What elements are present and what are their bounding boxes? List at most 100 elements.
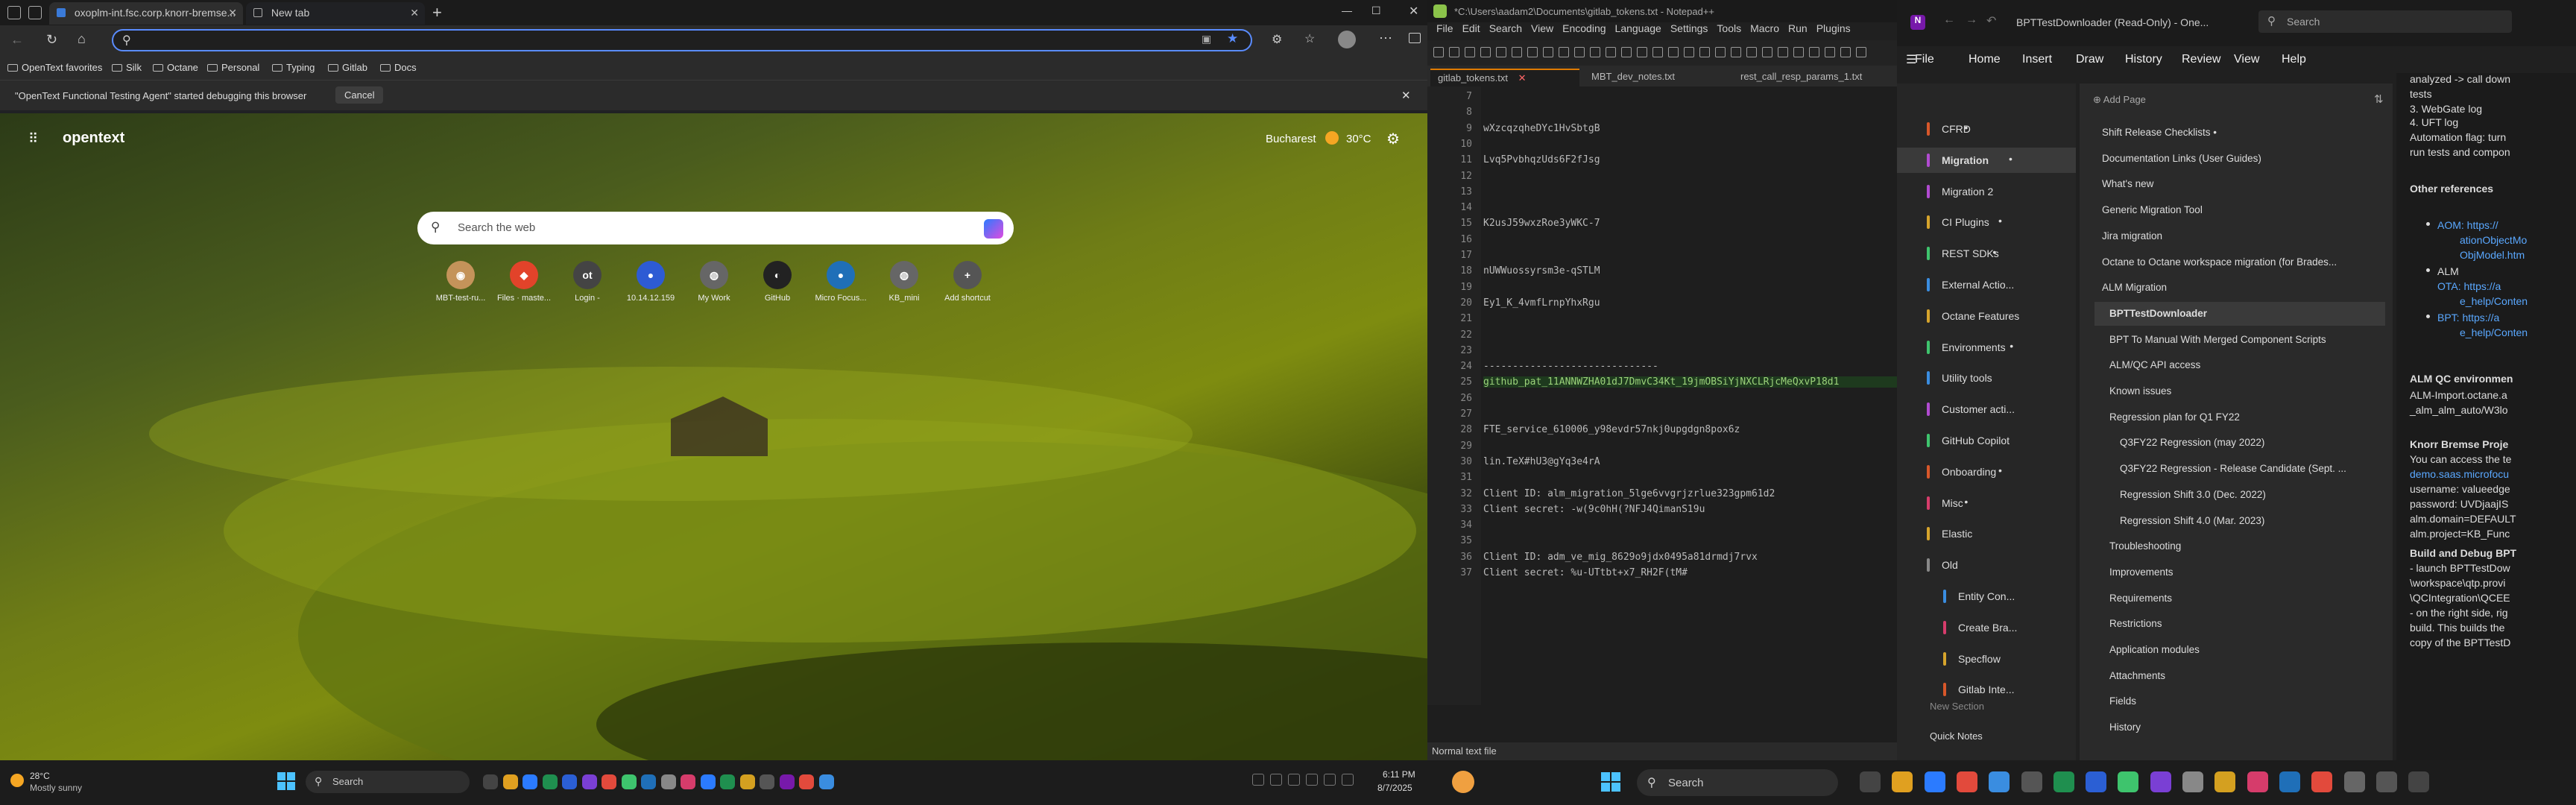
toolbar-button-icon[interactable] [1512, 47, 1522, 57]
section-item[interactable]: CI Plugins • [1897, 209, 2076, 235]
section-item[interactable]: Octane Features [1897, 303, 2076, 329]
tray-icon[interactable] [1342, 774, 1354, 786]
page-item[interactable]: Requirements [2109, 587, 2385, 610]
tab-oxoplm[interactable]: oxoplm-int.fsc.corp.knorr-bremse... ✕ [49, 2, 243, 25]
tab-new-tab[interactable]: New tab ✕ [246, 2, 425, 25]
tab-actions-icon[interactable] [28, 6, 42, 19]
shortcut-tile[interactable]: + Add shortcut [938, 261, 997, 303]
page-item[interactable]: ALM Migration [2102, 276, 2385, 300]
section-item[interactable]: Onboarding • [1897, 459, 2076, 484]
notification-badge-icon[interactable] [1452, 771, 1474, 793]
page-item[interactable]: Fields [2109, 689, 2385, 713]
toolbar-button-icon[interactable] [1746, 47, 1757, 57]
page-item[interactable]: Jira migration [2102, 224, 2385, 248]
page-item[interactable]: What's new [2102, 172, 2385, 196]
taskbar-app-icon[interactable] [660, 774, 676, 789]
menu-item[interactable]: Edit [1462, 22, 1480, 34]
favorite-silk[interactable]: Silk [112, 62, 142, 73]
quick-notes-link[interactable]: Quick Notes [1930, 730, 1983, 742]
refresh-icon[interactable]: ↻ [46, 32, 57, 48]
menu-item[interactable]: View [1531, 22, 1553, 34]
address-input[interactable] [140, 33, 1184, 48]
section-item[interactable]: GitHub Copilot [1897, 428, 2076, 453]
new-tab-button[interactable]: + [432, 3, 442, 22]
tray-icon[interactable] [1270, 774, 1282, 786]
toolbar-button-icon[interactable] [1809, 47, 1819, 57]
page-item[interactable]: Regression plan for Q1 FY22 [2109, 405, 2385, 429]
shortcut-tile[interactable]: ◉ MBT-test-ru... [431, 261, 490, 303]
section-item[interactable]: External Actio... [1897, 272, 2076, 297]
toolbar-button-icon[interactable] [1496, 47, 1506, 57]
page-item[interactable]: Generic Migration Tool [2102, 198, 2385, 222]
section-item[interactable]: Specflow [1897, 646, 2076, 672]
toolbar-button-icon[interactable] [1856, 47, 1866, 57]
weather-location[interactable]: Bucharest [1266, 133, 1316, 145]
add-page-button[interactable]: ⊕ Add Page [2093, 94, 2146, 106]
cancel-button[interactable]: Cancel [335, 86, 384, 104]
section-item[interactable]: Elastic [1897, 521, 2076, 546]
favorite-personal[interactable]: Personal [207, 62, 259, 73]
taskbar-app-icon[interactable] [2375, 771, 2397, 792]
ribbon-tab[interactable]: Review [2182, 53, 2220, 66]
taskbar-app-icon[interactable] [720, 774, 735, 789]
section-item[interactable]: Migration • [1897, 147, 2076, 173]
section-item[interactable]: Customer acti... [1897, 397, 2076, 422]
maximize-icon[interactable]: ☐ [1371, 4, 1381, 17]
section-item[interactable]: Utility tools [1897, 365, 2076, 391]
taskbar-app-icon[interactable] [483, 774, 498, 789]
section-item[interactable]: Migration 2 [1897, 179, 2076, 204]
toolbar-button-icon[interactable] [1559, 47, 1569, 57]
favorites-icon[interactable]: ☆ [1304, 31, 1315, 46]
page-item[interactable]: Documentation Links (User Guides) [2102, 147, 2385, 171]
text-editor[interactable]: 7 8 9 wXzcqzqheDYc1HvSbtgB 10 11 Lvq5PvbhqzUds… [1427, 86, 1897, 705]
taskbar-app-icon[interactable] [602, 774, 616, 789]
page-content[interactable]: analyzed -> call down tests 3. WebGate log… [2396, 73, 2576, 760]
page-item[interactable]: Regression Shift 3.0 (Dec. 2022) [2120, 483, 2385, 507]
taskbar-app-icon[interactable] [523, 774, 537, 789]
page-item[interactable]: Improvements [2109, 561, 2385, 584]
taskbar-app-icon[interactable] [2086, 771, 2107, 792]
toolbar-button-icon[interactable] [1652, 47, 1663, 57]
toolbar-button-icon[interactable] [1590, 47, 1600, 57]
close-tab-icon[interactable]: ✕ [228, 7, 237, 19]
menu-item[interactable]: Macro [1750, 22, 1779, 34]
page-item[interactable]: BPTTestDownloader [2094, 301, 2385, 326]
close-infobar-icon[interactable]: ✕ [1401, 89, 1411, 102]
start-icon[interactable] [277, 772, 295, 790]
page-item[interactable]: Restrictions [2109, 612, 2385, 636]
shortcut-tile[interactable]: ot Login - [558, 261, 617, 303]
taskbar-app-icon[interactable] [818, 774, 834, 789]
shortcut-tile[interactable]: ◆ Files · maste... [494, 261, 554, 303]
shortcut-tile[interactable]: ◍ KB_mini [874, 261, 934, 303]
toolbar-button-icon[interactable] [1699, 47, 1710, 57]
menu-item[interactable]: File [1436, 22, 1453, 34]
ribbon-tab[interactable]: Insert [2022, 53, 2052, 66]
toolbar-button-icon[interactable] [1668, 47, 1679, 57]
menu-item[interactable]: Settings [1670, 22, 1708, 34]
ribbon-tab[interactable]: Help [2282, 53, 2306, 66]
ribbon-tab[interactable]: View [2234, 53, 2259, 66]
shortcut-tile[interactable]: ● Micro Focus... [811, 261, 871, 303]
new-section-button[interactable]: New Section [1930, 701, 1984, 712]
section-item[interactable]: Gitlab Inte... [1897, 677, 2076, 702]
taskbar-app-icon[interactable] [700, 774, 716, 789]
menu-item[interactable]: Run [1788, 22, 1808, 34]
toolbar-button-icon[interactable] [1731, 47, 1741, 57]
favorite-gitlab[interactable]: Gitlab [328, 62, 367, 73]
taskbar-app-icon[interactable] [641, 774, 656, 789]
taskbar-app-icon[interactable] [2214, 771, 2236, 792]
web-search-box[interactable]: ⚲ Search the web [417, 212, 1014, 244]
favorite-docs[interactable]: Docs [380, 62, 417, 73]
page-item[interactable]: Regression Shift 4.0 (Mar. 2023) [2120, 509, 2385, 533]
taskbar-app-icon[interactable] [2118, 771, 2139, 792]
favorite-opentext[interactable]: OpenText favorites [7, 62, 102, 73]
section-item[interactable]: Misc • [1897, 490, 2076, 516]
page-item[interactable]: History [2109, 716, 2385, 739]
taskbar-app-icon[interactable] [2279, 771, 2300, 792]
toolbar-button-icon[interactable] [1543, 47, 1553, 57]
close-tab-icon[interactable]: ✕ [410, 7, 419, 19]
clock-date[interactable]: 8/7/2025 [1377, 783, 1412, 793]
menu-item[interactable]: Encoding [1562, 22, 1606, 34]
close-tab-icon[interactable]: ✕ [1518, 72, 1527, 83]
taskbar-app-icon[interactable] [621, 774, 637, 789]
